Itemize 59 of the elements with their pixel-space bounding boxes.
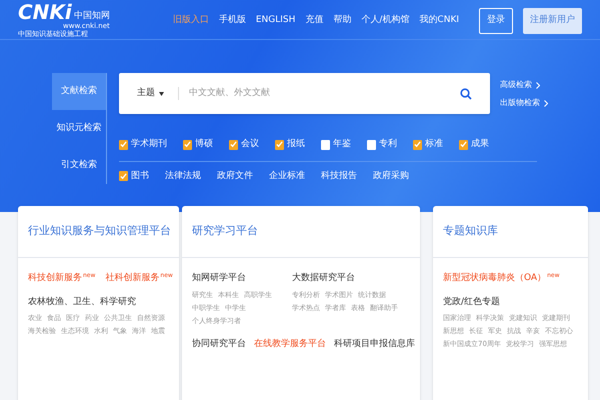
logo-mark: CNKi bbox=[18, 2, 72, 22]
card-title: 研究学习平台 bbox=[182, 206, 420, 258]
platform-link[interactable]: 科研项目申报信息库 bbox=[334, 338, 415, 351]
search-box[interactable]: 主题 中文文献、外文文献 bbox=[119, 73, 490, 114]
group-heading[interactable]: 农林牧渔、卫生、科学研究 bbox=[28, 296, 169, 309]
featured-link[interactable]: 社科创新服务$^{new}$ bbox=[105, 272, 173, 286]
featured-link[interactable]: 科技创新服务$^{new}$ bbox=[28, 272, 96, 286]
checkbox[interactable] bbox=[367, 140, 376, 150]
checkbox[interactable] bbox=[119, 171, 128, 182]
nav-link[interactable]: 旧版入口 bbox=[172, 14, 209, 28]
search-tab[interactable]: 文献检索 bbox=[52, 73, 106, 110]
search-link[interactable]: 出版物检索 bbox=[500, 97, 540, 109]
source-label[interactable]: 学术期刊 bbox=[131, 138, 167, 152]
search-input[interactable]: 中文文献、外文文献 bbox=[189, 86, 460, 100]
source-label[interactable]: 博硕 bbox=[195, 138, 213, 152]
checkbox[interactable] bbox=[229, 140, 238, 150]
search-tab[interactable]: 引文检索 bbox=[52, 147, 106, 184]
register-button[interactable]: 注册新用户 bbox=[523, 8, 582, 34]
search-link[interactable]: 高级检索 bbox=[500, 79, 532, 91]
source-label[interactable]: 成果 bbox=[471, 138, 489, 152]
checkbox[interactable] bbox=[413, 140, 422, 150]
checkbox[interactable] bbox=[183, 140, 192, 150]
source-link[interactable]: 企业标准 bbox=[269, 170, 305, 183]
source-label[interactable]: 图书 bbox=[131, 170, 149, 183]
caret-icon bbox=[159, 92, 164, 96]
card-title: 专题知识库 bbox=[433, 206, 588, 258]
group-heading[interactable]: 大数据研究平台 bbox=[292, 272, 410, 286]
source-label[interactable]: 专利 bbox=[379, 138, 397, 152]
card-title: 行业知识服务与知识管理平台 bbox=[18, 206, 179, 258]
source-label[interactable]: 报纸 bbox=[287, 138, 305, 152]
source-label[interactable]: 标准 bbox=[425, 138, 443, 152]
group-heading[interactable]: 知网研学平台 bbox=[192, 272, 284, 286]
source-link[interactable]: 政府采购 bbox=[373, 170, 409, 183]
search-icon[interactable] bbox=[460, 88, 472, 100]
group-heading[interactable]: 党政/红色专题 bbox=[443, 296, 578, 309]
nav-link[interactable]: 帮助 bbox=[333, 14, 352, 28]
source-label[interactable]: 年鉴 bbox=[333, 138, 351, 152]
checkbox[interactable] bbox=[119, 140, 128, 150]
checkbox[interactable] bbox=[321, 140, 330, 150]
nav-link[interactable]: 手机版 bbox=[218, 14, 246, 28]
checkbox[interactable] bbox=[459, 140, 468, 150]
featured-link[interactable]: 新型冠状病毒肺炎（OA）$^{new}$ bbox=[443, 272, 560, 286]
nav-link[interactable]: 个人/机构馆 bbox=[361, 14, 410, 28]
logo-name: 中国知网 bbox=[74, 10, 110, 22]
login-button[interactable]: 登录 bbox=[479, 8, 513, 34]
checkbox[interactable] bbox=[275, 140, 284, 150]
source-label[interactable]: 会议 bbox=[241, 138, 259, 152]
field-select[interactable]: 主题 bbox=[137, 86, 179, 100]
source-link[interactable]: 法律法规 bbox=[165, 170, 201, 183]
nav-link[interactable]: ENGLISH bbox=[256, 14, 296, 28]
nav-link[interactable]: 我的CNKI bbox=[419, 14, 459, 28]
chevron-icon bbox=[536, 82, 540, 88]
source-link[interactable]: 科技报告 bbox=[321, 170, 357, 183]
source-link[interactable]: 政府文件 bbox=[217, 170, 253, 183]
platform-link[interactable]: 协同研究平台 bbox=[192, 338, 246, 351]
platform-link[interactable]: 在线教学服务平台 bbox=[254, 338, 326, 351]
nav-link[interactable]: 充值 bbox=[305, 14, 324, 28]
search-tab[interactable]: 知识元检索 bbox=[52, 110, 106, 147]
chevron-icon bbox=[544, 100, 548, 106]
